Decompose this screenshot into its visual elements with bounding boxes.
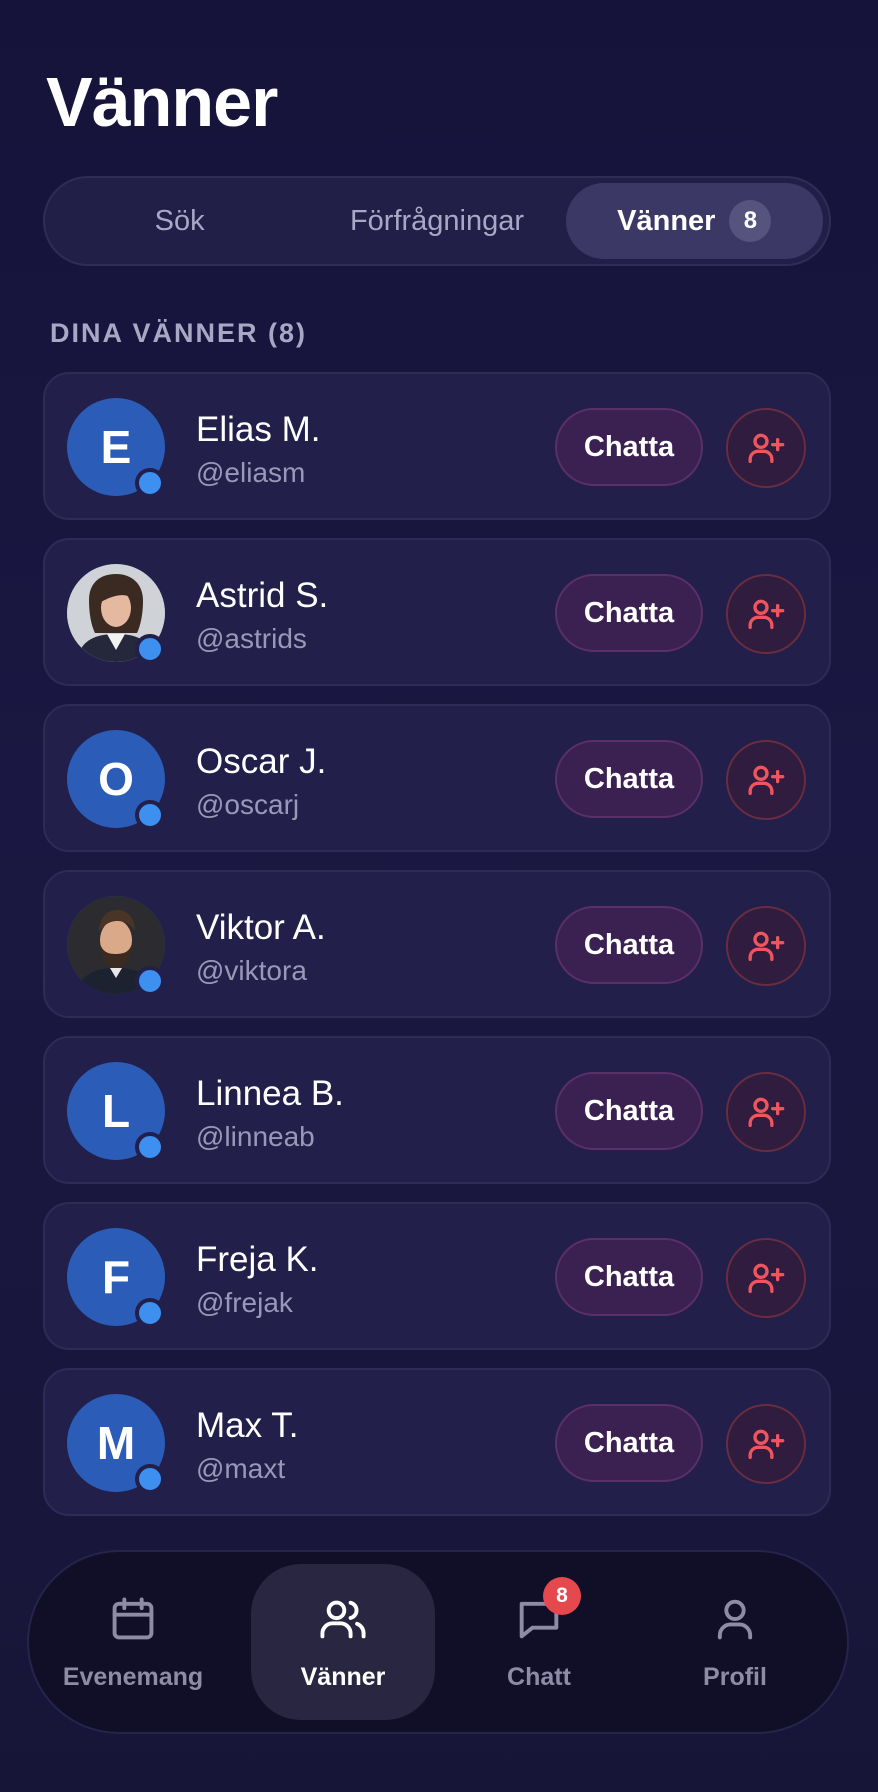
add-friend-button[interactable] [726, 740, 806, 820]
nav-item-chat[interactable]: 8 Chatt [447, 1564, 631, 1720]
avatar-initial: L [101, 1085, 131, 1137]
friend-handle: @maxt [196, 1453, 286, 1484]
avatar-initial: F [101, 1251, 131, 1303]
tab-search[interactable]: Sök [51, 183, 308, 259]
tab-label: Vänner [617, 204, 716, 237]
user-icon [709, 1593, 761, 1645]
section-header: DINA VÄNNER (8) [50, 318, 308, 348]
online-status-dot [135, 1298, 165, 1328]
unread-badge: 8 [543, 1576, 581, 1615]
online-status-dot [135, 966, 165, 996]
friend-handle: @linneab [196, 1121, 315, 1152]
nav-item-friends[interactable]: Vänner [251, 1564, 435, 1720]
add-friend-button[interactable] [726, 906, 806, 986]
avatar-initial: M [96, 1417, 136, 1469]
friend-handle: @eliasm [196, 457, 306, 488]
add-friend-button[interactable] [726, 1238, 806, 1318]
friend-name: Linnea B. [196, 1074, 344, 1113]
user-plus-icon [746, 760, 786, 800]
user-plus-icon [746, 1424, 786, 1464]
friend-handle: @astrids [196, 623, 307, 654]
chat-button[interactable]: Chatta [555, 906, 703, 984]
tab-label: Sök [154, 204, 205, 237]
add-friend-button[interactable] [726, 1404, 806, 1484]
chat-button[interactable]: Chatta [555, 1238, 703, 1316]
nav-item-profile[interactable]: Profil [643, 1564, 827, 1720]
tab-label: Förfrågningar [349, 204, 525, 237]
online-status-dot [135, 800, 165, 830]
friend-name: Viktor A. [196, 908, 326, 947]
chat-button[interactable]: Chatta [555, 408, 703, 486]
friend-card[interactable]: L Linnea B. @linneab Chatta [43, 1036, 831, 1184]
page-title: Vänner [46, 63, 278, 141]
friend-handle: @viktora [196, 955, 307, 986]
chat-button[interactable]: Chatta [555, 740, 703, 818]
friend-name: Max T. [196, 1406, 299, 1445]
user-plus-icon [746, 1092, 786, 1132]
online-status-dot [135, 1132, 165, 1162]
nav-label: Vänner [300, 1662, 386, 1691]
friend-card[interactable]: Viktor A. @viktora Chatta [43, 870, 831, 1018]
add-friend-button[interactable] [726, 408, 806, 488]
segmented-tabs: Sök Förfrågningar Vänner 8 [43, 176, 831, 266]
friend-card[interactable]: F Freja K. @frejak Chatta [43, 1202, 831, 1350]
friend-handle: @oscarj [196, 789, 300, 820]
nav-label: Evenemang [62, 1662, 204, 1691]
friends-count-badge: 8 [729, 200, 772, 242]
user-plus-icon [746, 926, 786, 966]
calendar-icon [107, 1593, 159, 1645]
nav-item-events[interactable]: Evenemang [41, 1564, 225, 1720]
friend-card[interactable]: E Elias M. @eliasm Chatta [43, 372, 831, 520]
user-plus-icon [746, 428, 786, 468]
chat-button[interactable]: Chatta [555, 1404, 703, 1482]
avatar-initial: O [98, 753, 134, 805]
chat-button[interactable]: Chatta [555, 1072, 703, 1150]
user-plus-icon [746, 594, 786, 634]
chat-button[interactable]: Chatta [555, 574, 703, 652]
chat-bubble-icon: 8 [513, 1576, 581, 1645]
friend-handle: @frejak [196, 1287, 293, 1318]
avatar-initial: E [100, 421, 132, 473]
online-status-dot [135, 634, 165, 664]
friend-name: Elias M. [196, 410, 321, 449]
nav-label: Chatt [507, 1662, 571, 1691]
add-friend-button[interactable] [726, 574, 806, 654]
friend-name: Astrid S. [196, 576, 329, 615]
tab-requests[interactable]: Förfrågningar [308, 183, 565, 259]
friend-card[interactable]: O Oscar J. @oscarj Chatta [43, 704, 831, 852]
friend-name: Freja K. [196, 1240, 319, 1279]
add-friend-button[interactable] [726, 1072, 806, 1152]
friend-name: Oscar J. [196, 742, 327, 781]
tab-friends[interactable]: Vänner 8 [565, 183, 823, 259]
nav-label: Profil [703, 1662, 767, 1691]
online-status-dot [135, 1464, 165, 1494]
user-plus-icon [746, 1258, 786, 1298]
bottom-nav: Evenemang Vänner 8 Chatt Profil [27, 1550, 849, 1734]
users-icon [317, 1593, 369, 1645]
online-status-dot [135, 468, 165, 498]
friend-list: E Elias M. @eliasm Chatta Astrid S. @astrids C… [43, 372, 831, 1534]
friend-card[interactable]: M Max T. @maxt Chatta [43, 1368, 831, 1516]
friend-card[interactable]: Astrid S. @astrids Chatta [43, 538, 831, 686]
